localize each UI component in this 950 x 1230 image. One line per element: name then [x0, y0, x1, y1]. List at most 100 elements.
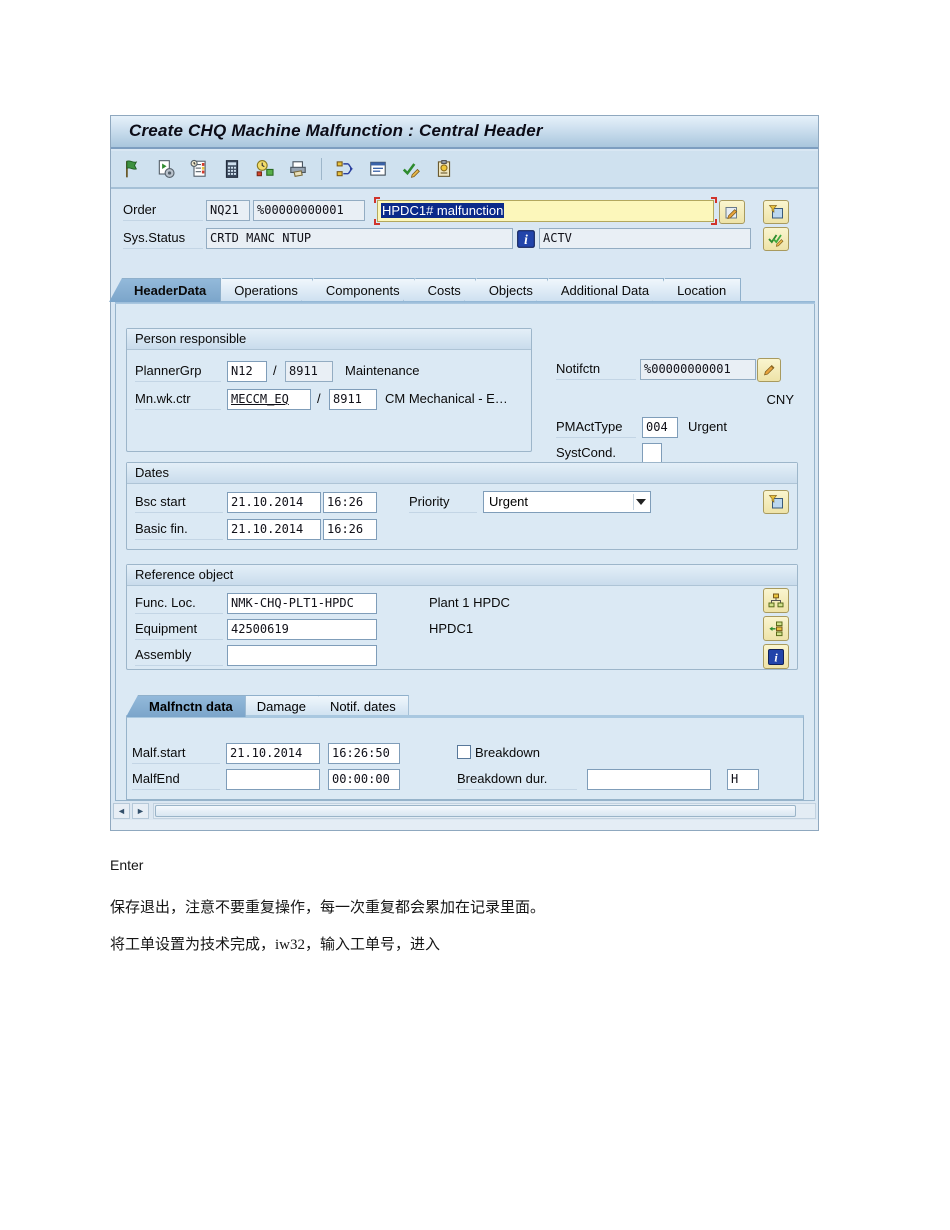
priority-label: Priority — [409, 494, 477, 513]
notifctn-edit-button[interactable] — [757, 358, 781, 382]
subtab-notif-dates[interactable]: Notif. dates — [306, 695, 409, 717]
assembly-field[interactable] — [227, 645, 377, 666]
workctr-field[interactable]: MECCM_EQ — [227, 389, 311, 410]
currency-text: CNY — [766, 392, 794, 407]
dates-title: Dates — [127, 463, 797, 484]
pencil-icon — [764, 364, 775, 376]
malf-start-date-field[interactable]: 21.10.2014 — [226, 743, 320, 764]
put-in-process-icon[interactable] — [154, 156, 178, 182]
pmacttype-desc: Urgent — [688, 419, 728, 434]
order-graph-icon[interactable] — [333, 156, 357, 182]
scroll-right-icon[interactable]: ► — [132, 803, 149, 819]
malf-start-label: Malf.start — [132, 745, 220, 764]
schedule-list-icon[interactable] — [187, 156, 211, 182]
subtab-malfnctn-data[interactable]: Malfnctn data — [126, 695, 246, 717]
application-toolbar — [111, 151, 818, 189]
func-loc-label: Func. Loc. — [135, 595, 223, 614]
pmacttype-field[interactable]: 004 — [642, 417, 678, 438]
basic-fin-date-field[interactable]: 21.10.2014 — [227, 519, 321, 540]
status-info-button[interactable]: i — [515, 228, 537, 249]
cursor-mark-icon — [711, 219, 717, 225]
tab-components[interactable]: Components — [300, 278, 415, 302]
malf-end-date-field[interactable] — [226, 769, 320, 790]
func-loc-field[interactable]: NMK-CHQ-PLT1-HPDC — [227, 593, 377, 614]
order-text-selection: HPDC1# malfunction — [381, 203, 505, 218]
func-loc-desc: Plant 1 HPDC — [429, 595, 510, 610]
assembly-label: Assembly — [135, 647, 223, 666]
print-icon[interactable] — [286, 156, 310, 182]
notifctn-label: Notifctn — [556, 361, 636, 380]
calculator-icon[interactable] — [220, 156, 244, 182]
malf-start-time-field[interactable]: 16:26:50 — [328, 743, 400, 764]
document-page: Create CHQ Machine Malfunction : Central… — [0, 0, 950, 1230]
toolbar-separator — [321, 158, 322, 180]
scheduling-icon[interactable] — [253, 156, 277, 182]
org-chart-icon — [768, 593, 784, 607]
chevron-down-icon — [633, 494, 648, 510]
priority-dropdown[interactable]: Urgent — [483, 491, 651, 513]
status-detail-button[interactable] — [763, 227, 789, 251]
pencil-paper-icon — [725, 207, 738, 219]
reference-object-group: Reference object Func. Loc. NMK-CHQ-PLT1… — [126, 564, 798, 670]
tab-location[interactable]: Location — [652, 278, 742, 302]
workctr-desc: CM Mechanical - E… — [385, 391, 508, 406]
cursor-mark-icon — [711, 197, 717, 203]
person-responsible-title: Person responsible — [127, 329, 531, 350]
scrollbar-thumb[interactable] — [155, 805, 797, 817]
horizontal-scrollbar: ◄ ► — [113, 802, 816, 820]
info-icon: i — [517, 229, 535, 248]
page-funnel-icon — [768, 205, 783, 219]
tab-operations[interactable]: Operations — [209, 278, 313, 302]
long-text-icon[interactable] — [366, 156, 390, 182]
double-check-pencil-icon — [768, 234, 784, 247]
user-status-field[interactable]: ACTV — [539, 228, 751, 249]
subtab-damage[interactable]: Damage — [233, 695, 319, 717]
bsc-start-time-field[interactable]: 16:26 — [323, 492, 377, 513]
order-text-field[interactable]: HPDC1# malfunction — [374, 197, 717, 225]
structure-arrow-icon — [769, 621, 783, 636]
basic-fin-time-field[interactable]: 16:26 — [323, 519, 377, 540]
bsc-start-date-field[interactable]: 21.10.2014 — [227, 492, 321, 513]
page-funnel-icon — [768, 495, 783, 509]
workctr-label: Mn.wk.ctr — [135, 391, 221, 410]
system-status-field[interactable]: CRTD MANC NTUP — [206, 228, 513, 249]
equipment-desc: HPDC1 — [429, 621, 474, 636]
scrollbar-track[interactable] — [153, 803, 816, 819]
breakdown-dur-label: Breakdown dur. — [457, 771, 577, 790]
systcond-field[interactable] — [642, 443, 662, 464]
structure-overview-button[interactable] — [763, 588, 789, 613]
workctr-plant-field[interactable]: 8911 — [329, 389, 377, 410]
malf-end-time-field[interactable]: 00:00:00 — [328, 769, 400, 790]
dates-detail-button[interactable] — [763, 490, 789, 514]
malfunction-tabstrip: Malfnctn data Damage Notif. dates — [126, 693, 409, 717]
doc-text-teco: 将工单设置为技术完成，iw32，输入工单号，进入 — [110, 937, 441, 953]
complete-check-icon[interactable] — [399, 156, 423, 182]
equipment-field[interactable]: 42500619 — [227, 619, 377, 640]
bsc-start-label: Bsc start — [135, 494, 223, 513]
scroll-left-icon[interactable]: ◄ — [113, 803, 130, 819]
breakdown-dur-field[interactable] — [587, 769, 711, 790]
info-icon: i — [768, 648, 784, 665]
object-info-button[interactable]: i — [763, 644, 789, 669]
notifctn-field[interactable]: %00000000001 — [640, 359, 756, 380]
partner-overview-button[interactable] — [763, 200, 789, 224]
release-flag-icon[interactable] — [121, 156, 145, 182]
order-type-field[interactable]: NQ21 — [206, 200, 250, 221]
tab-headerdata[interactable]: HeaderData — [109, 278, 222, 302]
structure-list-button[interactable] — [763, 616, 789, 641]
plannergrp-plant-field[interactable]: 8911 — [285, 361, 333, 382]
doc-text-enter: Enter — [110, 857, 144, 873]
tab-additional-data[interactable]: Additional Data — [535, 278, 665, 302]
breakdown-checkbox[interactable] — [457, 745, 471, 759]
page-title: Create CHQ Machine Malfunction : Central… — [129, 121, 543, 140]
tab-objects[interactable]: Objects — [463, 278, 548, 302]
notification-clipboard-icon[interactable] — [432, 156, 456, 182]
cursor-mark-icon — [374, 219, 380, 225]
breakdown-unit-field[interactable]: H — [727, 769, 759, 790]
edit-long-text-button[interactable] — [719, 200, 745, 224]
equipment-label: Equipment — [135, 621, 223, 640]
sap-window: Create CHQ Machine Malfunction : Central… — [109, 115, 819, 831]
plannergrp-label: PlannerGrp — [135, 363, 221, 382]
plannergrp-field[interactable]: N12 — [227, 361, 267, 382]
order-number-field[interactable]: %00000000001 — [253, 200, 365, 221]
